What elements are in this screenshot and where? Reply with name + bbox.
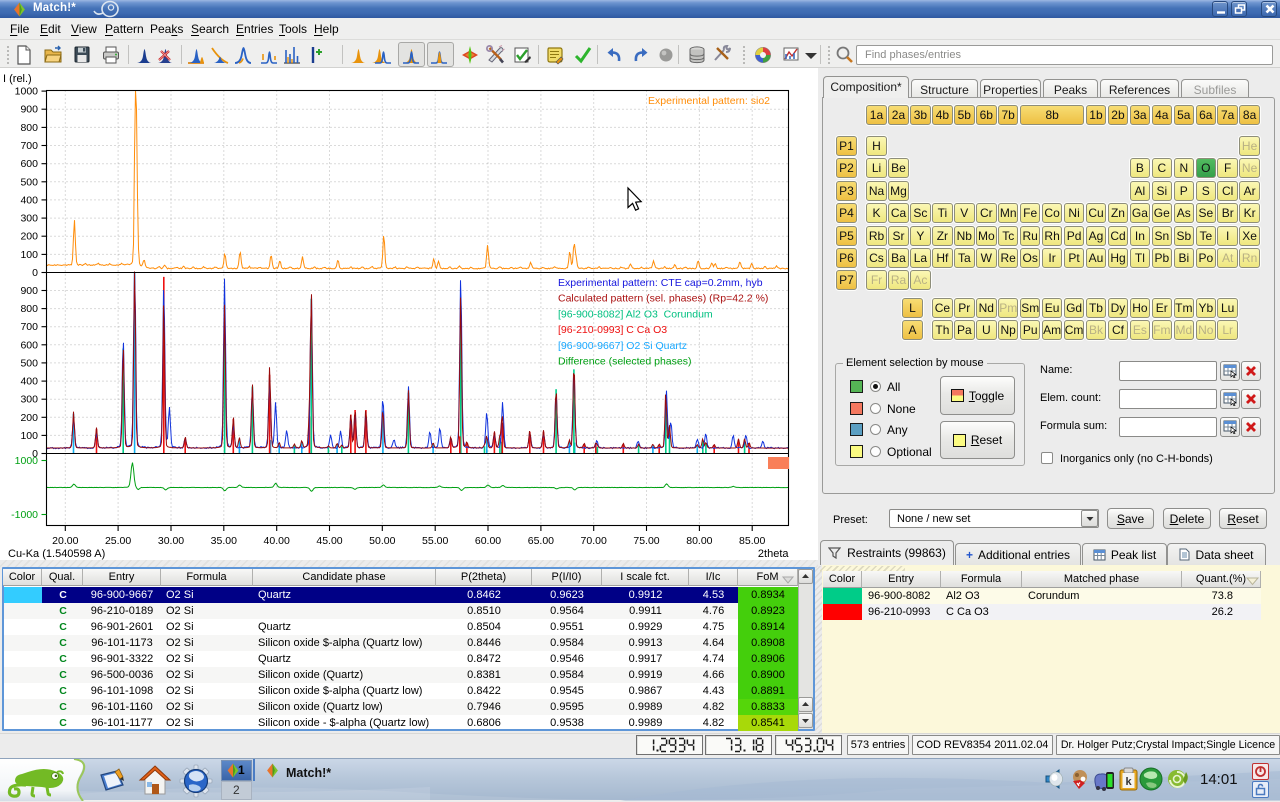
svg-text:200: 200 bbox=[20, 231, 38, 243]
svg-text:Experimental pattern: sio2: Experimental pattern: sio2 bbox=[648, 95, 770, 107]
svg-text:800: 800 bbox=[20, 303, 38, 315]
svg-text:30.00: 30.00 bbox=[158, 535, 184, 547]
svg-text:65.00: 65.00 bbox=[528, 535, 554, 547]
svg-text:20.00: 20.00 bbox=[52, 535, 78, 547]
svg-text:70.00: 70.00 bbox=[581, 535, 607, 547]
svg-text:25.00: 25.00 bbox=[105, 535, 131, 547]
svg-text:Experimental pattern: CTE cap=: Experimental pattern: CTE cap=0.2mm, hyb bbox=[558, 277, 763, 289]
svg-text:600: 600 bbox=[20, 339, 38, 351]
svg-text:60.00: 60.00 bbox=[475, 535, 501, 547]
svg-text:45.00: 45.00 bbox=[316, 535, 342, 547]
svg-text:40.00: 40.00 bbox=[264, 535, 290, 547]
svg-text:Cu-Ka (1.540598 A): Cu-Ka (1.540598 A) bbox=[8, 548, 105, 560]
svg-text:[96-900-9667] O2 Si Quartz: [96-900-9667] O2 Si Quartz bbox=[558, 340, 687, 352]
svg-text:1000: 1000 bbox=[15, 86, 39, 98]
svg-text:700: 700 bbox=[20, 321, 38, 333]
svg-text:k: k bbox=[1125, 776, 1132, 788]
svg-text:Difference (selected phases): Difference (selected phases) bbox=[558, 356, 691, 368]
svg-text:600: 600 bbox=[20, 158, 38, 170]
svg-text:100: 100 bbox=[20, 249, 38, 261]
svg-text:500: 500 bbox=[20, 357, 38, 369]
svg-text:-1000: -1000 bbox=[11, 509, 38, 521]
svg-text:[96-210-0993] C Ca O3: [96-210-0993] C Ca O3 bbox=[558, 324, 667, 336]
svg-text:35.00: 35.00 bbox=[211, 535, 237, 547]
svg-text:400: 400 bbox=[20, 376, 38, 388]
svg-text:75.00: 75.00 bbox=[633, 535, 659, 547]
svg-text:I (rel.): I (rel.) bbox=[3, 73, 32, 85]
svg-text:500: 500 bbox=[20, 176, 38, 188]
svg-text:800: 800 bbox=[20, 122, 38, 134]
svg-text:Calculated pattern (sel. phase: Calculated pattern (sel. phases) (Rp=42.… bbox=[558, 293, 768, 305]
svg-text:300: 300 bbox=[20, 213, 38, 225]
svg-text:300: 300 bbox=[20, 394, 38, 406]
svg-text:200: 200 bbox=[20, 412, 38, 424]
svg-text:900: 900 bbox=[20, 104, 38, 116]
svg-text:700: 700 bbox=[20, 140, 38, 152]
svg-text:400: 400 bbox=[20, 194, 38, 206]
svg-text:80.00: 80.00 bbox=[686, 535, 712, 547]
svg-text:100: 100 bbox=[20, 430, 38, 442]
svg-text:900: 900 bbox=[20, 285, 38, 297]
svg-text:[96-900-8082] Al2 O3 Corundum: [96-900-8082] Al2 O3 Corundum bbox=[558, 308, 713, 320]
svg-text:85.00: 85.00 bbox=[739, 535, 765, 547]
svg-text:1000: 1000 bbox=[15, 455, 39, 467]
svg-text:0: 0 bbox=[32, 267, 38, 279]
svg-text:2theta: 2theta bbox=[758, 548, 789, 560]
svg-text:55.00: 55.00 bbox=[422, 535, 448, 547]
svg-text:50.00: 50.00 bbox=[369, 535, 395, 547]
